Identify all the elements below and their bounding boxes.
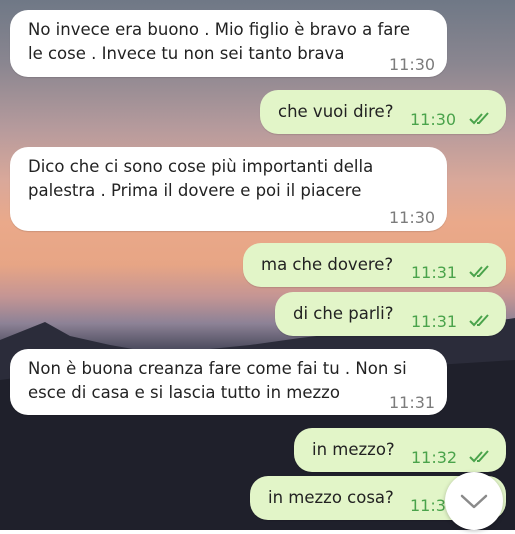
read-receipt-icon [469,450,489,463]
read-receipt-icon [469,112,489,125]
outgoing-message[interactable]: ma che dovere? 11:31 [243,243,506,287]
message-text: ma che dovere? [261,255,394,274]
message-time: 11:31 [389,393,436,412]
message-time: 11:31 [411,312,458,331]
message-text: in mezzo? [312,440,395,459]
message-time: 11:30 [389,208,436,227]
message-time: 11:31 [411,263,458,282]
read-receipt-icon [469,265,489,278]
incoming-message[interactable]: Non è buona creanza fare come fai tu . N… [10,349,447,415]
message-time: 11:3 [410,496,446,515]
incoming-message[interactable]: No invece era buono . Mio figlio è bravo… [10,10,447,77]
message-time: 11:32 [411,448,458,467]
chevron-down-icon [460,494,488,509]
outgoing-message[interactable]: che vuoi dire? 11:30 [260,90,506,134]
message-text: No invece era buono . Mio figlio è bravo… [28,20,410,63]
message-text: Dico che ci sono cose più importanti del… [28,157,374,200]
message-list[interactable]: No invece era buono . Mio figlio è bravo… [0,0,515,530]
message-text: Non è buona creanza fare come fai tu . N… [28,359,407,402]
incoming-message[interactable]: Dico che ci sono cose più importanti del… [10,147,447,231]
message-text: in mezzo cosa? [268,488,394,507]
outgoing-message[interactable]: in mezzo? 11:32 [294,428,506,472]
message-time: 11:30 [410,110,457,129]
message-text: che vuoi dire? [278,102,394,121]
scroll-to-bottom-button[interactable] [445,472,503,530]
read-receipt-icon [469,314,489,327]
message-time: 11:30 [389,55,436,74]
message-text: di che parli? [293,304,394,323]
outgoing-message[interactable]: di che parli? 11:31 [275,292,506,336]
